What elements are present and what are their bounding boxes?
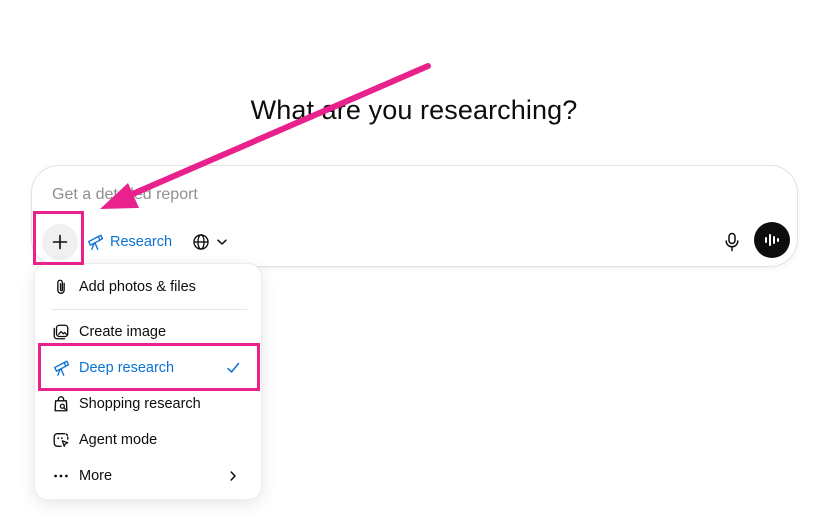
prompt-composer: Research: [31, 165, 798, 267]
telescope-icon: [51, 358, 71, 378]
checkmark-icon: [225, 360, 241, 376]
add-button[interactable]: [42, 224, 78, 260]
menu-item-label: More: [79, 468, 113, 484]
shopping-bag-icon: [51, 394, 71, 414]
tools-menu: Add photos & files Create image Deep res…: [34, 263, 262, 500]
microphone-icon: [725, 232, 739, 252]
voice-waveform-icon: [765, 234, 779, 246]
dictate-button[interactable]: [718, 227, 746, 257]
chevron-down-icon: [217, 239, 227, 245]
prompt-input[interactable]: [52, 184, 552, 206]
menu-item-create-image[interactable]: Create image: [43, 316, 255, 348]
chevron-right-icon: [225, 468, 241, 484]
voice-mode-button[interactable]: [754, 222, 790, 258]
globe-icon: [193, 234, 209, 250]
menu-item-label: Shopping research: [79, 396, 201, 412]
menu-item-label: Agent mode: [79, 432, 158, 448]
agent-icon: [51, 430, 71, 450]
menu-item-label: Add photos & files: [79, 279, 196, 295]
menu-item-more[interactable]: More: [43, 460, 255, 492]
plus-icon: [52, 234, 68, 250]
menu-divider: [51, 309, 247, 310]
menu-item-label: Deep research: [79, 360, 175, 376]
research-chip[interactable]: Research: [86, 228, 172, 256]
page-title: What are you researching?: [250, 95, 578, 125]
menu-item-deep-research[interactable]: Deep research: [43, 352, 255, 384]
menu-item-add-photos-files[interactable]: Add photos & files: [43, 271, 255, 303]
research-label: Research: [110, 234, 173, 250]
menu-item-shopping-research[interactable]: Shopping research: [43, 388, 255, 420]
menu-item-agent-mode[interactable]: Agent mode: [43, 424, 255, 456]
menu-item-label: Create image: [79, 324, 167, 340]
image-icon: [51, 322, 71, 342]
paperclip-icon: [51, 277, 71, 297]
telescope-icon: [88, 234, 104, 250]
web-search-dropdown[interactable]: [192, 228, 228, 256]
ellipsis-icon: [51, 466, 71, 486]
